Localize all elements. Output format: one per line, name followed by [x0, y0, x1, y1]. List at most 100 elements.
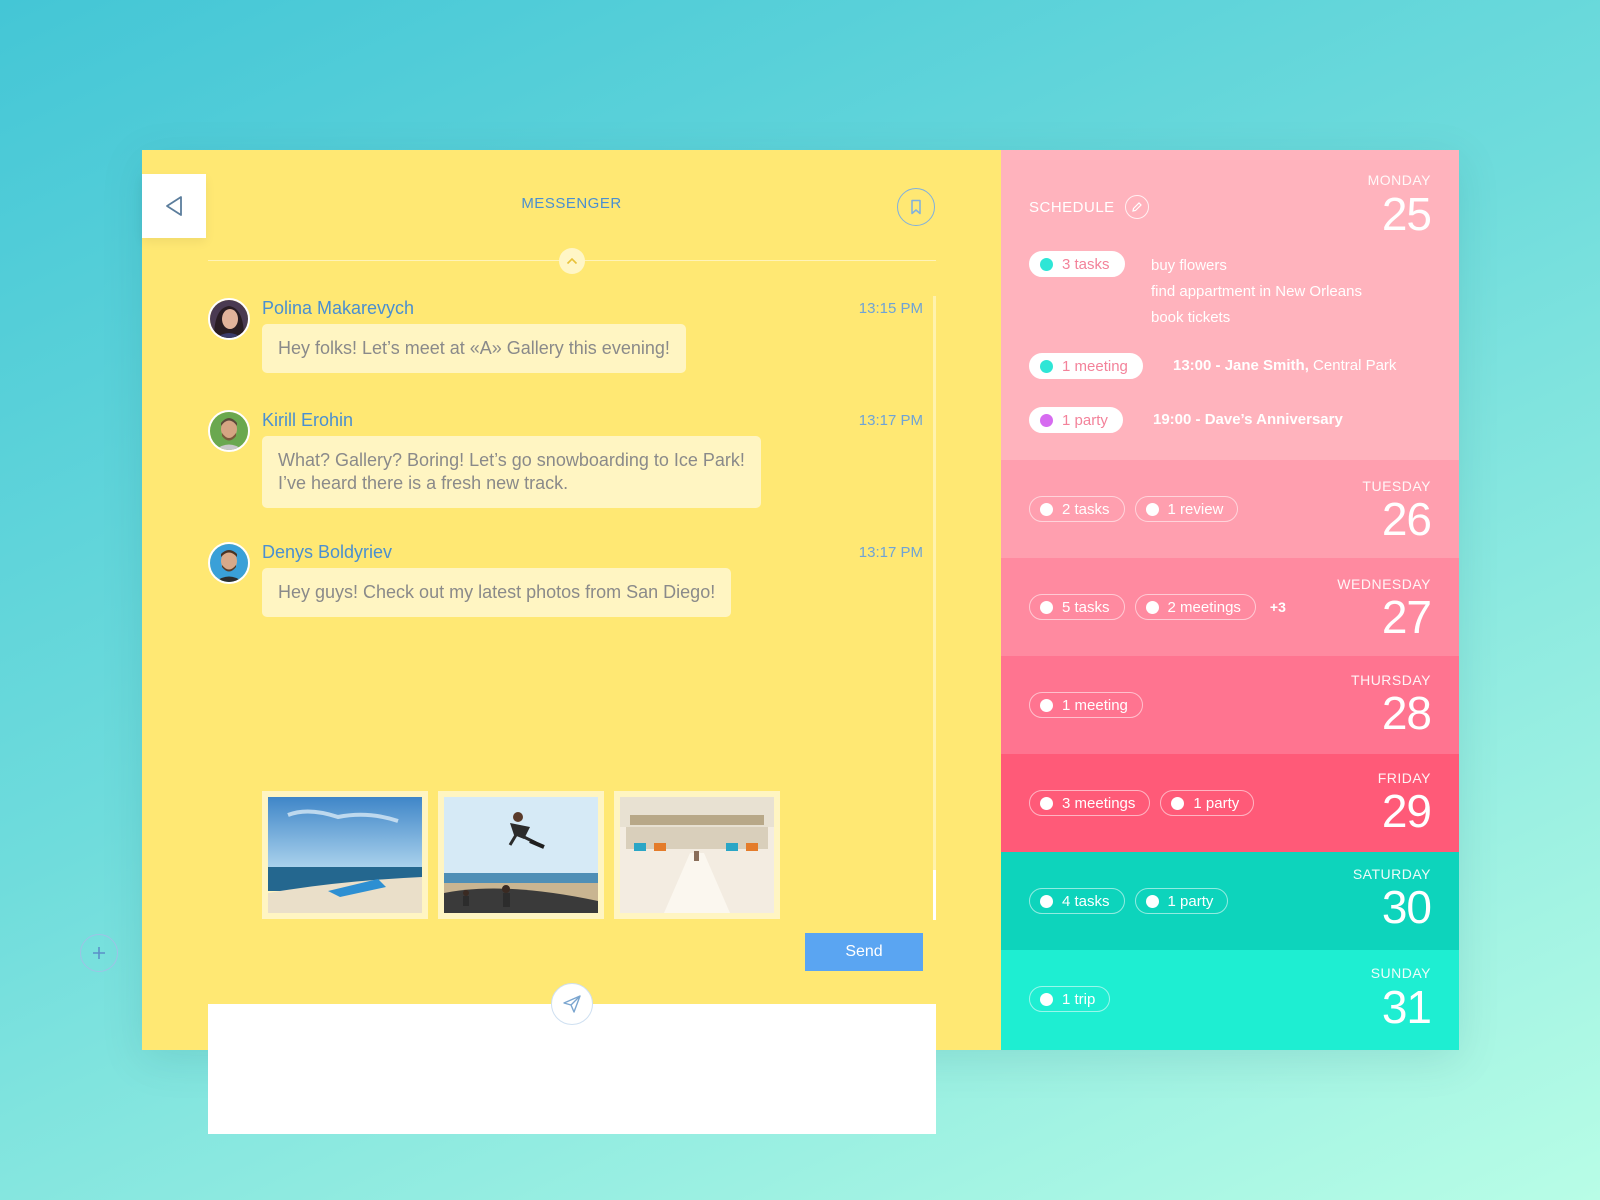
party-chip[interactable]: 1 party — [1134, 888, 1229, 914]
chip-row: 4 tasks 1 party — [1029, 888, 1229, 914]
chip-row: 1 trip — [1029, 986, 1111, 1012]
chip-label: 1 trip — [1062, 990, 1096, 1008]
avatar[interactable] — [208, 410, 250, 452]
tasks-chip[interactable]: 5 tasks — [1029, 594, 1125, 620]
attach-button[interactable] — [80, 934, 118, 972]
status-dot — [1040, 600, 1053, 614]
chip-label: 1 meeting — [1062, 357, 1128, 375]
chip-label: 2 tasks — [1062, 500, 1110, 518]
chevron-up-icon — [566, 257, 578, 265]
party-chip[interactable]: 1 party — [1029, 407, 1123, 433]
chip-label: 1 party — [1062, 411, 1108, 429]
status-dot — [1040, 796, 1053, 810]
meeting-event[interactable]: 13:00 - Jane Smith, Central Park — [1173, 357, 1396, 374]
scrollbar-track[interactable] — [933, 296, 936, 916]
meeting-time: 13:00 - Jane Smith, — [1173, 357, 1309, 374]
more-events-link[interactable]: +3 — [1270, 599, 1286, 615]
message-bubble: Hey folks! Let’s meet at «A» Gallery thi… — [262, 324, 686, 373]
chip-row: 2 tasks 1 review — [1029, 496, 1239, 522]
day-saturday[interactable]: SATURDAY 30 4 tasks 1 party — [1001, 852, 1459, 950]
day-name: SUNDAY — [1370, 965, 1431, 981]
chip-label: 1 meeting — [1062, 696, 1128, 714]
sender-name[interactable]: Polina Makarevych — [262, 298, 414, 319]
status-dot — [1145, 894, 1159, 908]
tasks-chip[interactable]: 4 tasks — [1029, 888, 1125, 914]
chip-row: 3 tasks — [1029, 251, 1125, 277]
pencil-icon — [1131, 202, 1142, 212]
task-item[interactable]: book tickets — [1151, 305, 1362, 331]
avatar[interactable] — [208, 542, 250, 584]
status-dot — [1171, 796, 1185, 810]
message-line: I’ve heard there is a fresh new track. — [278, 473, 569, 493]
chip-label: 1 party — [1193, 794, 1240, 812]
tasks-chip[interactable]: 2 tasks — [1029, 496, 1125, 522]
day-wednesday[interactable]: WEDNESDAY 27 5 tasks 2 meetings +3 — [1001, 558, 1459, 656]
day-number: 30 — [1381, 881, 1432, 933]
photo-thumbnail[interactable] — [262, 791, 428, 919]
task-item[interactable]: find appartment in New Orleans — [1151, 279, 1362, 305]
photo-thumbnail[interactable] — [614, 791, 780, 919]
day-number: 25 — [1381, 188, 1432, 240]
chip-label: 3 meetings — [1062, 794, 1136, 812]
message-bubble: Hey guys! Check out my latest photos fro… — [262, 568, 732, 617]
chip-row: 1 meeting — [1029, 353, 1143, 379]
paper-plane-icon — [563, 995, 581, 1013]
schedule-header: SCHEDULE — [1029, 195, 1149, 219]
day-number: 31 — [1381, 981, 1432, 1033]
sender-name[interactable]: Kirill Erohin — [262, 410, 353, 431]
party-chip[interactable]: 1 party — [1160, 790, 1255, 816]
message-item: Polina Makarevych 13:15 PM Hey folks! Le… — [208, 298, 923, 388]
chip-row: 1 meeting — [1029, 692, 1143, 718]
bookmark-button[interactable] — [897, 188, 935, 226]
messenger-panel: MESSENGER Polina Makarevych 13:15 PM Hey… — [142, 150, 1001, 1134]
message-item: Kirill Erohin 13:17 PM What? Gallery? Bo… — [208, 410, 923, 520]
plus-icon — [93, 947, 105, 959]
tasks-chip[interactable]: 3 tasks — [1029, 251, 1125, 277]
party-event-label: 19:00 - Dave’s Anniversary — [1153, 411, 1343, 428]
day-friday[interactable]: FRIDAY 29 3 meetings 1 party — [1001, 754, 1459, 852]
status-dot — [1145, 600, 1159, 614]
message-item: Denys Boldyriev 13:17 PM Hey guys! Check… — [208, 542, 923, 632]
review-chip[interactable]: 1 review — [1134, 496, 1239, 522]
send-button[interactable]: Send — [805, 933, 923, 971]
chip-row: 3 meetings 1 party — [1029, 790, 1255, 816]
message-time: 13:17 PM — [858, 412, 923, 429]
chip-label: 1 review — [1167, 500, 1224, 518]
load-earlier-button[interactable] — [559, 248, 585, 274]
status-dot — [1040, 698, 1053, 712]
trip-chip[interactable]: 1 trip — [1029, 986, 1111, 1012]
chip-row: 1 party — [1029, 407, 1123, 433]
day-sunday[interactable]: SUNDAY 31 1 trip — [1001, 950, 1459, 1050]
day-number: 29 — [1381, 785, 1432, 837]
edit-schedule-button[interactable] — [1124, 195, 1149, 219]
day-number: 26 — [1381, 493, 1432, 545]
bookmark-icon — [911, 199, 921, 215]
chip-label: 2 meetings — [1167, 598, 1241, 616]
party-event[interactable]: 19:00 - Dave’s Anniversary — [1153, 411, 1343, 428]
day-monday[interactable]: SCHEDULE MONDAY 25 3 tasks buy flowers f… — [1001, 150, 1459, 460]
send-quick-button[interactable] — [551, 983, 593, 1025]
day-number: 28 — [1381, 687, 1432, 739]
meetings-chip[interactable]: 2 meetings — [1134, 594, 1256, 620]
message-line: What? Gallery? Boring! Let’s go snowboar… — [278, 450, 745, 470]
status-dot — [1040, 359, 1053, 373]
meeting-chip[interactable]: 1 meeting — [1029, 353, 1143, 379]
day-number: 27 — [1381, 591, 1432, 643]
status-dot — [1040, 413, 1053, 427]
status-dot — [1145, 502, 1159, 516]
day-tuesday[interactable]: TUESDAY 26 2 tasks 1 review — [1001, 460, 1459, 558]
meeting-chip[interactable]: 1 meeting — [1029, 692, 1143, 718]
avatar[interactable] — [208, 298, 250, 340]
photo-gallery — [262, 791, 780, 919]
sender-name[interactable]: Denys Boldyriev — [262, 542, 392, 563]
status-dot — [1040, 992, 1053, 1006]
scrollbar-thumb[interactable] — [933, 870, 936, 920]
chip-label: 4 tasks — [1062, 892, 1110, 910]
photo-thumbnail[interactable] — [438, 791, 604, 919]
task-item[interactable]: buy flowers — [1151, 253, 1362, 279]
chip-row: 5 tasks 2 meetings +3 — [1029, 594, 1286, 620]
day-thursday[interactable]: THURSDAY 28 1 meeting — [1001, 656, 1459, 754]
meeting-place: Central Park — [1308, 357, 1397, 374]
task-list: buy flowers find appartment in New Orlea… — [1151, 253, 1362, 331]
meetings-chip[interactable]: 3 meetings — [1029, 790, 1151, 816]
